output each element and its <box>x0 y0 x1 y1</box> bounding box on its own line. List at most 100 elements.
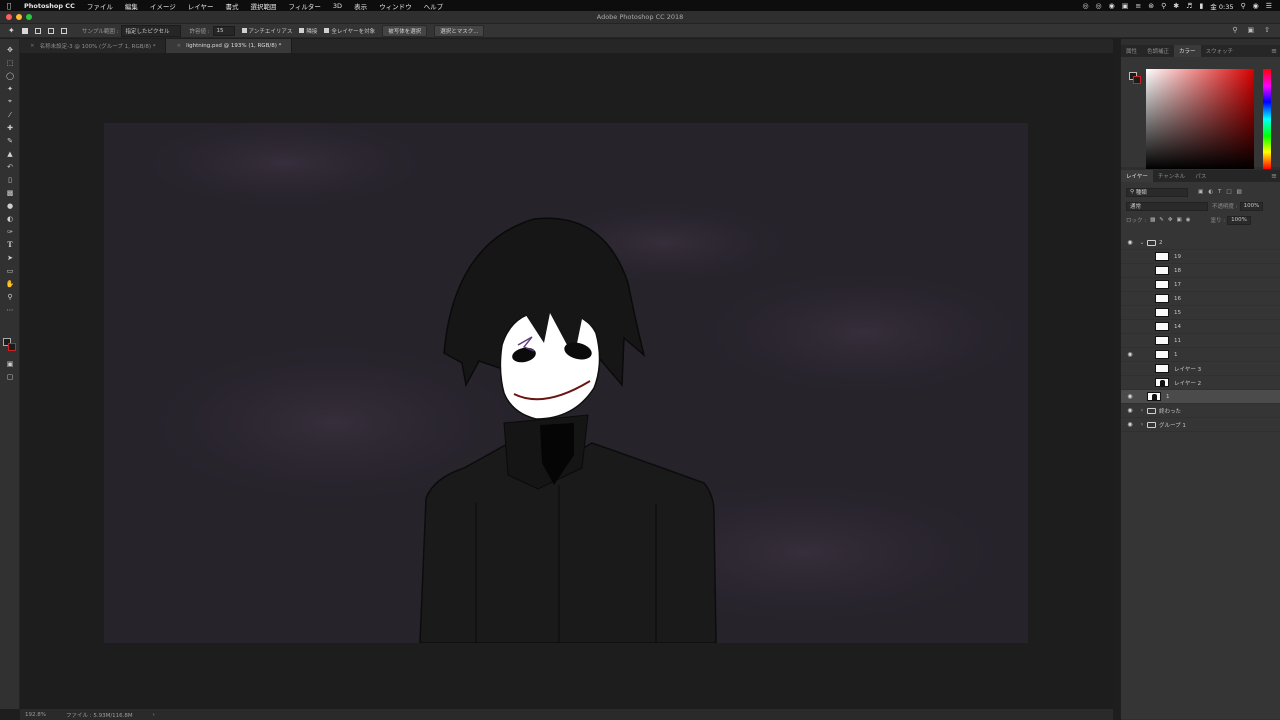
subtract-selection-icon[interactable] <box>48 27 54 34</box>
tolerance-input[interactable]: 15 <box>212 25 235 36</box>
tab-properties[interactable]: 属性 <box>1121 45 1142 57</box>
spotlight-icon[interactable]: ⚲ <box>1240 2 1245 10</box>
share-icon[interactable]: ⇧ <box>1264 26 1270 34</box>
marquee-tool-icon[interactable]: ⬚ <box>0 56 20 69</box>
status-icon-4[interactable]: ▣ <box>1122 2 1129 10</box>
menu-help[interactable]: ヘルプ <box>418 1 450 11</box>
chevron-right-icon[interactable]: › <box>1139 421 1145 428</box>
tab-color[interactable]: カラー <box>1174 45 1201 57</box>
contiguous-checkbox[interactable]: 隣接 <box>299 27 317 35</box>
hand-tool-icon[interactable]: ✋ <box>0 277 20 290</box>
menu-layer[interactable]: レイヤー <box>182 1 220 11</box>
layer-row[interactable]: 18 <box>1121 264 1280 278</box>
menubar-clock[interactable]: 金 0:35 <box>1210 1 1233 11</box>
intersect-selection-icon[interactable] <box>61 27 67 34</box>
layer-row[interactable]: 11 <box>1121 334 1280 348</box>
menu-filter[interactable]: フィルター <box>283 1 327 11</box>
layer-row[interactable]: ◉ 1 <box>1121 390 1280 404</box>
menu-image[interactable]: イメージ <box>144 1 182 11</box>
workspace-icon[interactable]: ▣ <box>1248 26 1255 34</box>
status-icon-1[interactable]: ◎ <box>1082 2 1088 10</box>
pen-tool-icon[interactable]: ✑ <box>0 225 20 238</box>
tab-lightning-psd[interactable]: × lightning.psd @ 193% (1, RGB/8) * <box>166 39 293 53</box>
menu-type[interactable]: 書式 <box>220 1 245 11</box>
gradient-tool-icon[interactable]: ▩ <box>0 186 20 199</box>
eye-icon[interactable]: ◉ <box>1126 421 1134 428</box>
history-brush-tool-icon[interactable]: ↶ <box>0 160 20 173</box>
close-icon[interactable]: × <box>30 43 35 49</box>
tab-untitled-3[interactable]: × 名称未設定-3 @ 100% (グループ 1, RGB/8) * <box>20 39 167 53</box>
layer-row[interactable]: 19 <box>1121 250 1280 264</box>
screen-mode-icon[interactable]: ▢ <box>0 370 20 383</box>
status-arrow-icon[interactable]: › <box>153 712 155 718</box>
search-icon[interactable]: ⚲ <box>1232 26 1237 34</box>
tab-paths[interactable]: パス <box>1190 170 1211 182</box>
tab-channels[interactable]: チャンネル <box>1153 170 1190 182</box>
layer-row[interactable]: レイヤー 3 <box>1121 362 1280 376</box>
battery-icon[interactable]: ▮ <box>1199 2 1203 10</box>
eye-icon[interactable]: ◉ <box>1126 407 1134 414</box>
layer-row[interactable]: 17 <box>1121 278 1280 292</box>
blend-mode-select[interactable]: 通常 <box>1126 201 1208 211</box>
background-color-swatch[interactable] <box>1133 76 1141 84</box>
crop-tool-icon[interactable]: ⌖ <box>0 95 20 108</box>
layer-row[interactable]: ◉ ⌄ 2 <box>1121 236 1280 250</box>
path-selection-tool-icon[interactable]: ➤ <box>0 251 20 264</box>
hue-slider[interactable] <box>1263 69 1271 169</box>
eye-icon[interactable]: ◉ <box>1126 239 1134 246</box>
bluetooth-icon[interactable]: ✱ <box>1173 2 1179 10</box>
add-selection-icon[interactable] <box>35 27 41 34</box>
select-and-mask-button[interactable]: 選択とマスク... <box>434 24 485 37</box>
layer-filter-select[interactable]: ⚲ 種類 <box>1126 187 1188 197</box>
layer-filter-icons[interactable]: ▣◐T□▧ <box>1198 189 1247 195</box>
fill-input[interactable]: 100% <box>1227 215 1251 225</box>
background-color-swatch[interactable] <box>8 343 16 351</box>
panel-menu-icon[interactable]: ≡ <box>1271 47 1277 55</box>
select-subject-button[interactable]: 被写体を選択 <box>382 24 428 37</box>
healing-brush-tool-icon[interactable]: ✚ <box>0 121 20 134</box>
move-tool-icon[interactable]: ✥ <box>0 43 20 56</box>
volume-icon[interactable]: ♬ <box>1186 2 1192 10</box>
rectangle-tool-icon[interactable]: ▭ <box>0 264 20 277</box>
panel-menu-icon[interactable]: ≡ <box>1271 172 1277 180</box>
dodge-tool-icon[interactable]: ◐ <box>0 212 20 225</box>
menu-edit[interactable]: 編集 <box>119 1 144 11</box>
menu-window[interactable]: ウィンドウ <box>373 1 418 11</box>
menu-app[interactable]: Photoshop CC <box>18 2 81 10</box>
layer-row[interactable]: ◉ › 終わった <box>1121 404 1280 418</box>
status-icon-5[interactable]: ≡ <box>1135 2 1141 10</box>
status-icon-6[interactable]: ⊛ <box>1148 2 1154 10</box>
clone-stamp-tool-icon[interactable]: ▲ <box>0 147 20 160</box>
lasso-tool-icon[interactable]: ◯ <box>0 69 20 82</box>
notification-center-icon[interactable]: ☰ <box>1266 2 1272 10</box>
tab-swatches[interactable]: スウォッチ <box>1201 45 1239 57</box>
menu-file[interactable]: ファイル <box>81 1 119 11</box>
eye-icon[interactable]: ◉ <box>1126 393 1134 400</box>
brush-tool-icon[interactable]: ✎ <box>0 134 20 147</box>
layer-row[interactable]: ◉ 1 <box>1121 348 1280 362</box>
chevron-right-icon[interactable]: › <box>1139 407 1145 414</box>
new-selection-icon[interactable] <box>22 27 28 34</box>
apple-icon[interactable]:  <box>0 2 18 10</box>
eye-icon[interactable]: ◉ <box>1126 351 1134 358</box>
tab-adjustments[interactable]: 色調補正 <box>1142 45 1174 57</box>
status-icon-2[interactable]: ◎ <box>1096 2 1102 10</box>
layer-row[interactable]: 16 <box>1121 292 1280 306</box>
quick-mask-icon[interactable]: ▣ <box>0 357 20 370</box>
eraser-tool-icon[interactable]: ▯ <box>0 173 20 186</box>
wifi-icon[interactable]: ⚲ <box>1161 2 1166 10</box>
chevron-down-icon[interactable]: ⌄ <box>1139 239 1145 246</box>
artwork-canvas[interactable] <box>104 123 1028 643</box>
sample-all-layers-checkbox[interactable]: 全レイヤーを対象 <box>324 27 375 35</box>
blur-tool-icon[interactable]: ● <box>0 199 20 212</box>
canvas-area[interactable] <box>20 53 1113 709</box>
opacity-input[interactable]: 100% <box>1239 201 1264 211</box>
status-icon-3[interactable]: ◉ <box>1109 2 1115 10</box>
zoom-tool-icon[interactable]: ⚲ <box>0 290 20 303</box>
zoom-level[interactable]: 192.8% <box>25 712 46 718</box>
magic-wand-tool-icon[interactable]: ✦ <box>0 82 20 95</box>
siri-icon[interactable]: ◉ <box>1253 2 1259 10</box>
layer-row[interactable]: 14 <box>1121 320 1280 334</box>
layer-row[interactable]: レイヤー 2 <box>1121 376 1280 390</box>
layer-row[interactable]: 15 <box>1121 306 1280 320</box>
